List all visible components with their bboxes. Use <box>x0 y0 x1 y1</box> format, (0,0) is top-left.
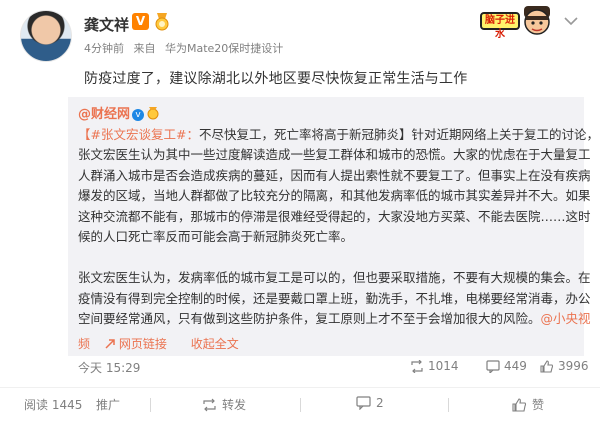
comment-button[interactable]: 2 <box>356 396 384 410</box>
repost-line: 空间要经常通风，只有做到这些防护条件，复工原则上才不至于会增加很大的风险。@小央… <box>78 309 591 329</box>
post-time[interactable]: 4分钟前 <box>84 42 124 55</box>
like-button[interactable]: 赞 <box>512 396 544 413</box>
repost-line: 张文宏医生认为其中一些过度解读造成一些复工群体和城市的恐慌。大家的忧虑在于大量复… <box>78 147 591 163</box>
repost-icon <box>411 359 423 373</box>
action-bar: 阅读 1445 推广 转发 2 赞 <box>0 392 600 418</box>
repost-links: 频 网页链接 收起全文 <box>78 335 249 352</box>
post-text: 防疫过度了，建议除湖北以外地区要尽快恢复正常生活与工作 <box>84 71 468 87</box>
repost-line: 【#张文宏谈复工#：不尽快复工，死亡率将高于新冠肺炎】针对近期网络上关于复工的讨… <box>78 125 599 145</box>
medal-icon <box>147 107 159 120</box>
post-meta: 4分钟前 来自 华为Mate20保时捷设计 <box>84 40 289 56</box>
post-from-label: 来自 <box>133 42 156 55</box>
mention-link[interactable]: @小央视 <box>541 311 591 326</box>
user-avatar[interactable] <box>20 10 72 62</box>
actions-divider <box>0 387 600 388</box>
read-count: 阅读 1445 <box>24 398 83 412</box>
chevron-down-icon[interactable] <box>564 16 578 26</box>
repost-count-value: 1014 <box>428 359 459 373</box>
repost-author-name[interactable]: @财经网 <box>78 107 130 122</box>
collapse-link[interactable]: 收起全文 <box>191 337 239 351</box>
mention-link-tail[interactable]: 频 <box>78 337 90 351</box>
repost-line: 张文宏医生认为，发病率低的城市复工是可以的，但也要采取措施，不要有大规模的集会。… <box>78 270 591 286</box>
repost-repost-count[interactable]: 1014 <box>410 359 459 373</box>
repost-author: @财经网 v <box>78 103 160 123</box>
repost-line: 人群涌入城市是否会造成疾病的蔓延，因而有人提出索性就不要复工了。但事实上在没有疾… <box>78 167 591 183</box>
user-name[interactable]: 龚文祥 <box>84 14 129 35</box>
repost-line-text: 空间要经常通风，只有做到这些防护条件，复工原则上才不至于会增加很大的风险。 <box>78 311 541 327</box>
repost-button-label: 转发 <box>222 398 247 412</box>
cartoon-face-icon <box>524 6 550 35</box>
repost-card[interactable]: @财经网 v 【#张文宏谈复工#：不尽快复工，死亡率将高于新冠肺炎】针对近期网络上… <box>68 97 599 375</box>
thumbs-up-icon <box>512 397 527 412</box>
promote-button[interactable]: 推广 <box>96 396 120 413</box>
repost-line-text: 不尽快复工，死亡率将高于新冠肺炎】针对近期网络上关于复工的讨论， <box>198 127 599 142</box>
thumbs-up-icon <box>540 359 554 373</box>
repost-line: 疫情没有得到完全控制的时候，还是要戴口罩上班，勤洗手，不扎堆，电梯要经常消毒，办… <box>78 290 591 306</box>
repost-body: 【#张文宏谈复工#：不尽快复工，死亡率将高于新冠肺炎】针对近期网络上关于复工的讨… <box>78 125 599 330</box>
repost-like-count[interactable]: 3996 <box>540 359 589 373</box>
action-divider <box>150 398 151 412</box>
repost-button[interactable]: 转发 <box>202 396 246 413</box>
repost-line: 这种交流都不能有，那城市的停滞是很难经受得起的，大家没地方买菜、不能去医院……这… <box>78 208 591 224</box>
action-divider <box>300 398 301 412</box>
repost-time-text[interactable]: 今天 15:29 <box>78 361 140 375</box>
repost-time: 今天 15:29 <box>78 359 140 376</box>
like-count-value: 3996 <box>558 359 589 373</box>
medal-icon[interactable] <box>153 12 171 31</box>
comment-button-count: 2 <box>376 396 384 410</box>
web-link[interactable]: 网页链接 <box>104 337 177 351</box>
post-device[interactable]: 华为Mate20保时捷设计 <box>165 42 283 55</box>
web-link-label: 网页链接 <box>118 337 167 351</box>
comment-icon <box>356 396 371 410</box>
hashtag-link[interactable]: 【#张文宏谈复工#： <box>78 127 199 142</box>
repost-comment-count[interactable]: 449 <box>486 359 527 373</box>
verified-icon: v <box>132 109 145 121</box>
vip-badge[interactable]: V <box>132 13 149 30</box>
repost-icon <box>203 398 216 411</box>
repost-line: 爆发的区域，当地人群都做了比较充分的隔离，和其他发病率低的城市其实差异并不大。如… <box>78 188 591 204</box>
sticker-tag: 脑子进水 <box>480 12 520 40</box>
comment-count-value: 449 <box>504 359 527 373</box>
link-icon <box>105 339 115 349</box>
corner-sticker: 脑子进水 <box>480 4 554 40</box>
repost-line: 候的人口死亡率反而可能会高于新冠肺炎死亡率。 <box>78 229 354 245</box>
comment-icon <box>486 359 500 373</box>
action-divider <box>448 398 449 412</box>
like-button-label: 赞 <box>532 398 545 412</box>
